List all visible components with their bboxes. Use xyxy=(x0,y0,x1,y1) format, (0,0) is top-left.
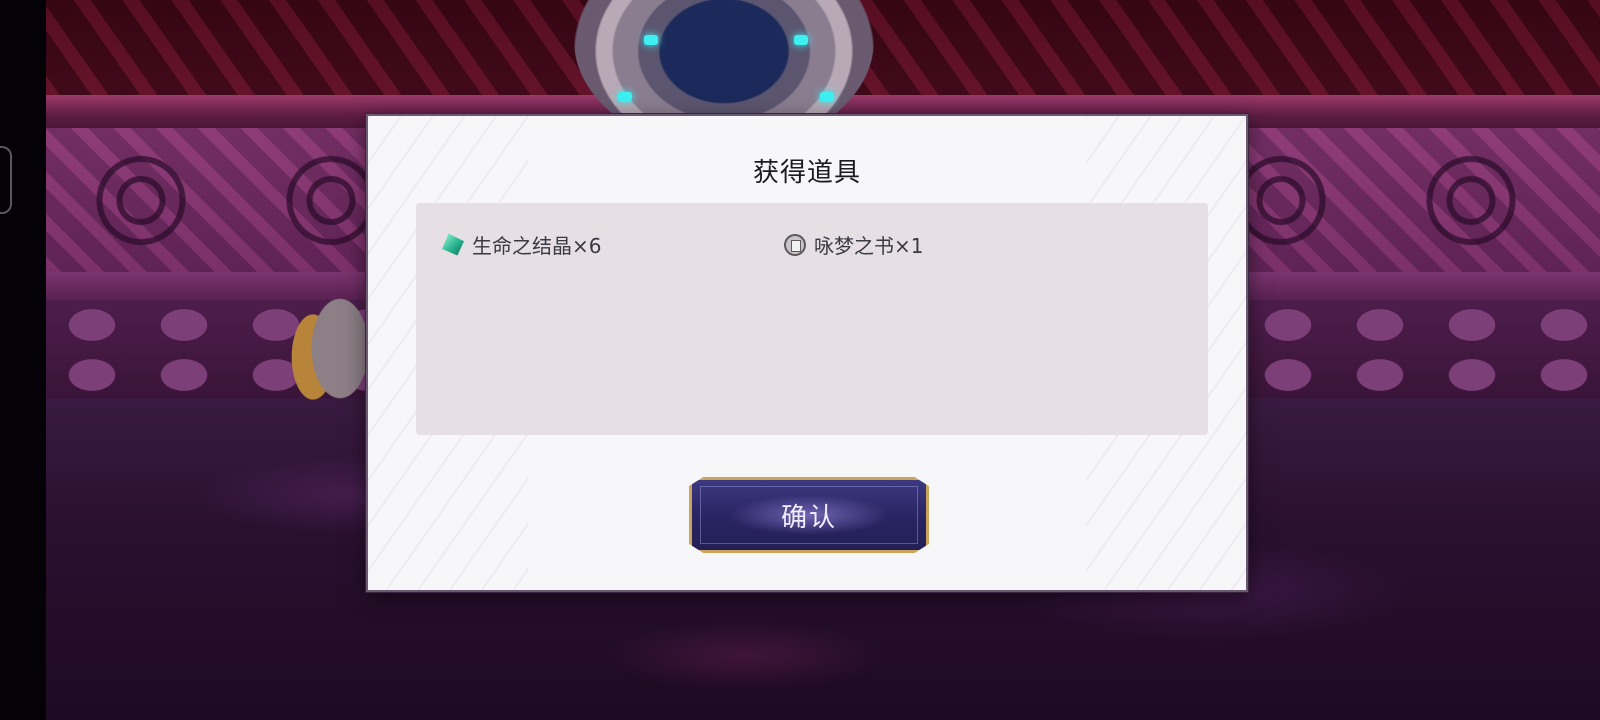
portal-gem xyxy=(644,35,658,45)
item-reward-dialog: 获得道具 生命之结晶×6 咏梦之书×1 确认 xyxy=(366,114,1248,592)
reward-items-panel: 生命之结晶×6 咏梦之书×1 xyxy=(416,203,1208,435)
creature-figure xyxy=(286,255,376,425)
dream-book-icon xyxy=(784,233,806,256)
side-handle[interactable] xyxy=(0,146,12,214)
dialog-title: 获得道具 xyxy=(752,158,861,188)
portal-gem xyxy=(794,35,808,45)
portal-gem xyxy=(618,92,632,102)
reward-item-label: 咏梦之书×1 xyxy=(814,234,924,258)
life-crystal-icon xyxy=(442,233,464,256)
left-edge-bar xyxy=(0,0,46,720)
portal-gem xyxy=(820,92,834,102)
confirm-button-label: 确认 xyxy=(780,502,837,533)
confirm-button[interactable]: 确认 xyxy=(689,477,929,553)
reward-item: 生命之结晶×6 xyxy=(442,230,601,259)
reward-item: 咏梦之书×1 xyxy=(784,230,923,259)
reward-item-label: 生命之结晶×6 xyxy=(472,234,602,258)
